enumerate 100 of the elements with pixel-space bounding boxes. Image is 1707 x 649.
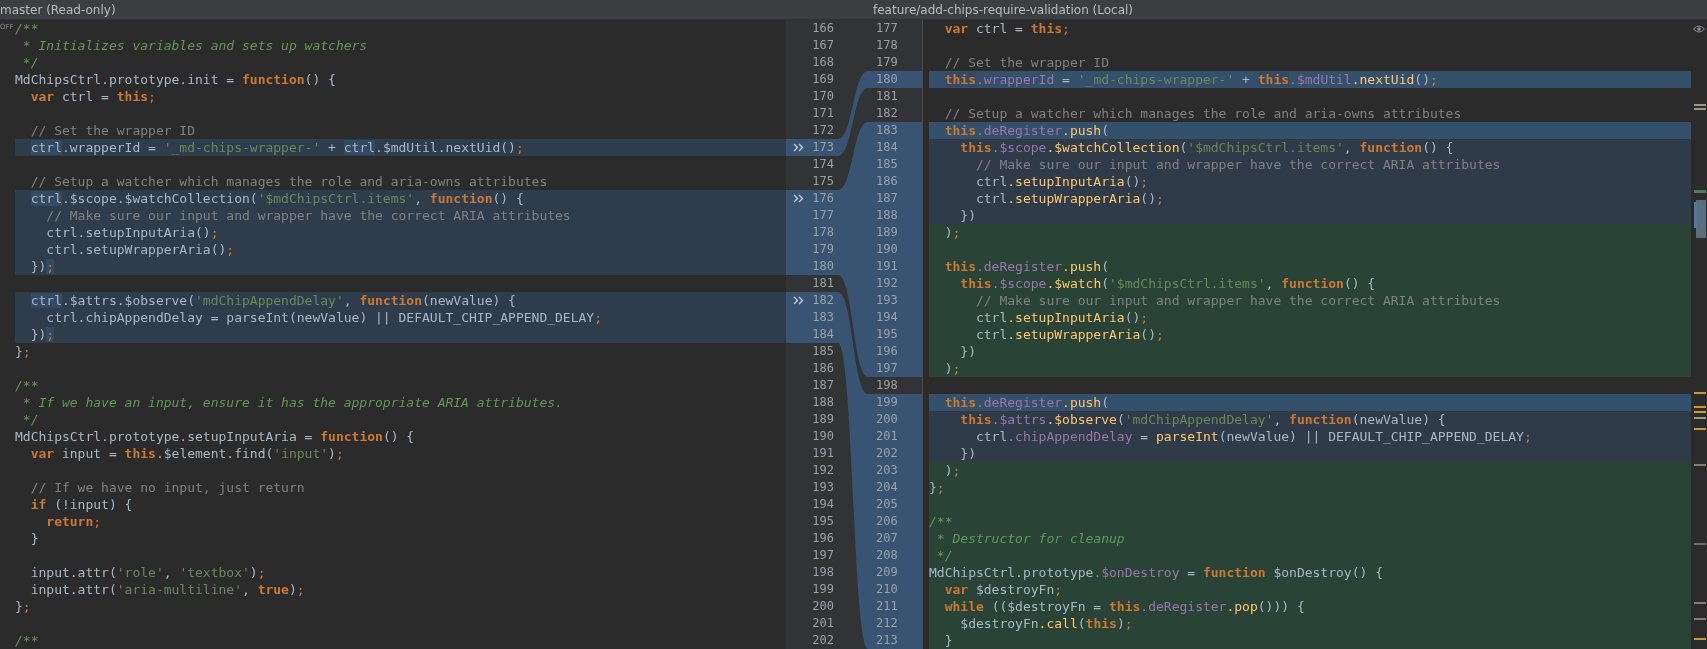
line-number: 198	[876, 377, 899, 394]
line-number: 178	[811, 224, 834, 241]
line-number: 213	[876, 632, 899, 649]
pane-title: feature/add-chips-require-validation (Local)	[873, 2, 1134, 17]
line-number: 201	[876, 428, 899, 445]
eye-icon[interactable]	[1693, 25, 1705, 33]
line-number: 205	[876, 496, 899, 513]
line-number: 198	[811, 564, 834, 581]
code-line: // Setup a watcher which manages the role and aria-owns attributes	[29, 173, 549, 190]
double-chevron-icon[interactable]	[793, 194, 804, 203]
line-number: 204	[876, 479, 899, 496]
line-number: 197	[876, 360, 899, 377]
line-number: 180	[811, 258, 834, 275]
line-number: 209	[876, 564, 899, 581]
line-number: 199	[876, 394, 899, 411]
line-number: 199	[811, 581, 834, 598]
line-number: 168	[811, 54, 834, 71]
code-line: };	[15, 343, 32, 360]
line-number: 210	[876, 581, 899, 598]
line-number: 178	[876, 37, 899, 54]
line-number: 177	[876, 20, 899, 37]
line-number: 183	[876, 122, 899, 139]
line-number: 175	[811, 173, 834, 190]
line-number: 190	[811, 428, 834, 445]
line-number: 195	[876, 326, 899, 343]
line-number: 195	[811, 513, 834, 530]
code-line: // Set the wrapper ID	[943, 54, 1111, 71]
line-number: 170	[811, 88, 834, 105]
line-number: 180	[876, 71, 899, 88]
line-number: 179	[876, 54, 899, 71]
code-line: */	[21, 411, 40, 428]
code-line: if (!input) {	[29, 496, 134, 513]
code-line: var ctrl = this;	[943, 20, 1071, 37]
line-number: 185	[811, 343, 834, 360]
line-number: 186	[811, 360, 834, 377]
code-line: */	[21, 54, 40, 71]
line-number: 179	[811, 241, 834, 258]
line-number: 194	[876, 309, 899, 326]
line-number: 186	[876, 173, 899, 190]
line-number: 189	[811, 411, 834, 428]
code-line: // If we have no input, just return	[29, 479, 306, 496]
line-number: 207	[876, 530, 899, 547]
code-line: /**	[15, 20, 40, 37]
line-number: 193	[876, 292, 899, 309]
line-number: 188	[811, 394, 834, 411]
line-number: 192	[811, 462, 834, 479]
line-number: 166	[811, 20, 834, 37]
code-line: MdChipsCtrl.prototype.init = function() {	[15, 71, 337, 88]
line-number: 188	[876, 207, 899, 224]
line-number: 191	[876, 258, 899, 275]
line-number: 211	[876, 598, 899, 615]
line-number: 193	[811, 479, 834, 496]
line-number: 182	[811, 292, 834, 309]
pane-title: master (Read-only)	[0, 2, 117, 17]
line-number: 202	[876, 445, 899, 462]
double-chevron-icon[interactable]	[793, 296, 804, 305]
line-number: 201	[811, 615, 834, 632]
line-number: 167	[811, 37, 834, 54]
line-number: 194	[811, 496, 834, 513]
code-line: // Setup a watcher which manages the role and aria-owns attributes	[943, 105, 1463, 122]
line-number: 208	[876, 547, 899, 564]
line-number: 191	[811, 445, 834, 462]
line-number: 184	[876, 139, 899, 156]
code-line: input.attr('role', 'textbox');	[29, 564, 267, 581]
code-line: * Initializes variables and sets up watchers	[21, 37, 369, 54]
line-number: 202	[811, 632, 834, 649]
line-number: 212	[876, 615, 899, 632]
line-number: 174	[811, 156, 834, 173]
line-number: 176	[811, 190, 834, 207]
code-line: }	[29, 530, 40, 547]
line-number: 173	[811, 139, 834, 156]
double-chevron-icon[interactable]	[793, 143, 804, 152]
line-number: 187	[876, 190, 899, 207]
line-number: 183	[811, 309, 834, 326]
line-number: 182	[876, 105, 899, 122]
line-number: 187	[811, 377, 834, 394]
code-line: input.attr('aria-multiline', true);	[29, 581, 306, 598]
line-number: 200	[811, 598, 834, 615]
line-number: 196	[876, 343, 899, 360]
line-number: 181	[811, 275, 834, 292]
line-number: 206	[876, 513, 899, 530]
code-line: /**	[15, 377, 40, 394]
line-number: 196	[811, 530, 834, 547]
line-number: 184	[811, 326, 834, 343]
line-number: 169	[811, 71, 834, 88]
code-line: // Set the wrapper ID	[29, 122, 197, 139]
line-number: 177	[811, 207, 834, 224]
code-line: * If we have an input, ensure it has the appropriate ARIA attributes.	[21, 394, 564, 411]
line-number: 192	[876, 275, 899, 292]
line-number: 203	[876, 462, 899, 479]
code-line: MdChipsCtrl.prototype.setupInputAria = function() {	[15, 428, 416, 445]
line-number: 185	[876, 156, 899, 173]
line-number: 190	[876, 241, 899, 258]
code-line: var input = this.$element.find('input');	[29, 445, 345, 462]
code-line: var ctrl = this;	[29, 88, 157, 105]
line-number: 181	[876, 88, 899, 105]
line-number: 171	[811, 105, 834, 122]
line-number: 172	[811, 122, 834, 139]
code-line: };	[15, 598, 32, 615]
line-number: 197	[811, 547, 834, 564]
